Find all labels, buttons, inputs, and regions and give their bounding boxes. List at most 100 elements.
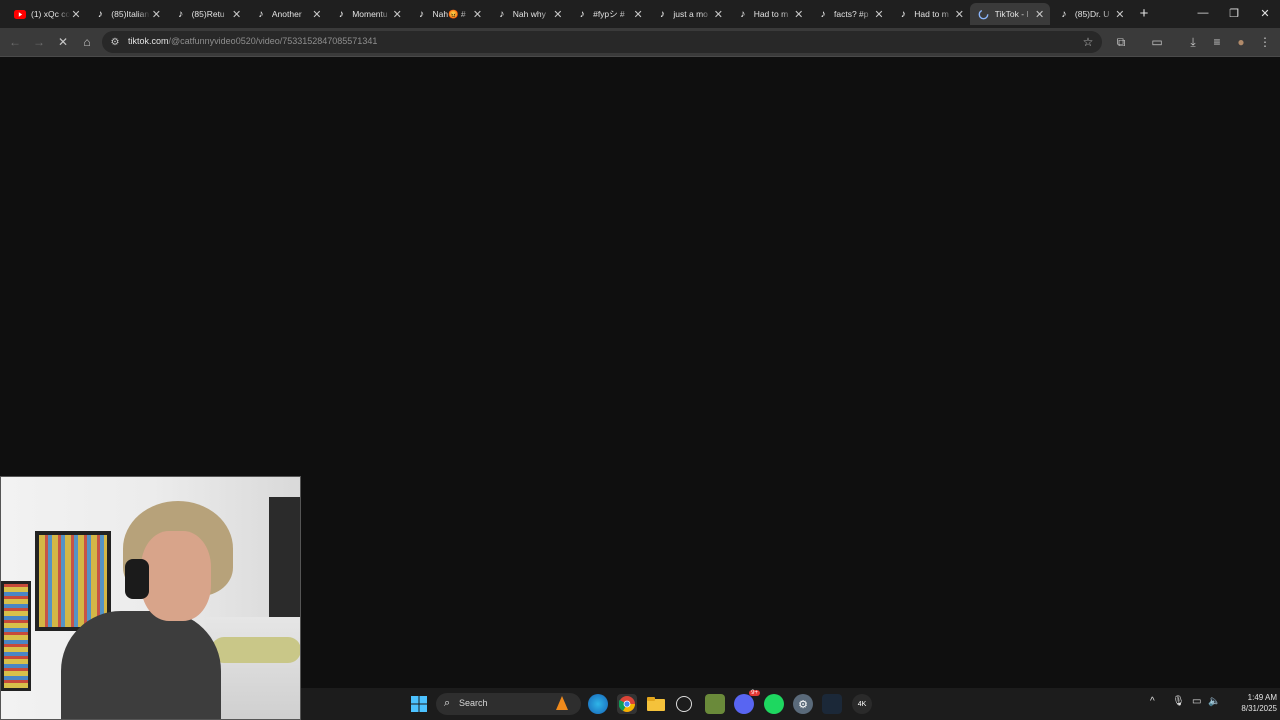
poster-left-art bbox=[4, 584, 28, 688]
tab-close-icon[interactable]: ✕ bbox=[150, 8, 162, 21]
tray-overflow-icon[interactable]: ^ bbox=[1150, 696, 1155, 707]
home-button[interactable]: ⌂ bbox=[78, 33, 96, 51]
tab-close-icon[interactable]: ✕ bbox=[472, 8, 484, 21]
browser-toolbar: ← → ✕ ⌂ ⚙ tiktok.com/@catfunnyvideo0520/… bbox=[0, 28, 1280, 56]
tab-title: Had to m bbox=[753, 9, 789, 19]
tab-close-icon[interactable]: ✕ bbox=[391, 8, 403, 21]
edge-icon[interactable] bbox=[588, 694, 608, 714]
tab-title: Nah why bbox=[512, 9, 546, 19]
tab-close-icon[interactable]: ✕ bbox=[231, 8, 243, 21]
tab-title: Another bbox=[271, 9, 302, 19]
tab-close-icon[interactable]: ✕ bbox=[712, 8, 724, 21]
bookmark-star-icon[interactable]: ☆ bbox=[1079, 33, 1097, 51]
microphone-icon[interactable]: 🎙 bbox=[1172, 696, 1185, 707]
youtube-icon bbox=[14, 8, 26, 20]
tiktok-icon: ♪ bbox=[258, 8, 264, 20]
tiktok-icon: ♪ bbox=[579, 8, 585, 20]
steam-icon[interactable] bbox=[822, 694, 842, 714]
tiktok-icon: ♪ bbox=[1061, 8, 1067, 20]
browser-tab[interactable]: ♪ Nah😡 # ✕ bbox=[408, 3, 488, 25]
new-tab-button[interactable]: + bbox=[1136, 5, 1152, 22]
tab-title: (85)Italian bbox=[111, 9, 150, 19]
network-icon[interactable]: ▭ bbox=[1192, 696, 1201, 707]
back-button[interactable]: ← bbox=[6, 33, 24, 51]
tiktok-icon: ♪ bbox=[740, 8, 746, 20]
address-bar[interactable]: ⚙ tiktok.com/@catfunnyvideo0520/video/75… bbox=[102, 31, 1102, 53]
minimize-button[interactable]: — bbox=[1194, 5, 1212, 21]
tab-close-icon[interactable]: ✕ bbox=[1034, 8, 1046, 21]
windows-taskbar: ⌕ Search 9+ ⚙ 4K ^ 🎙 ▭ 🔈 1:49 AM 8/31/20… bbox=[301, 688, 1280, 720]
minecraft-icon[interactable] bbox=[705, 694, 725, 714]
tab-close-icon[interactable]: ✕ bbox=[552, 8, 564, 21]
url-text[interactable]: tiktok.com/@catfunnyvideo0520/video/7533… bbox=[128, 36, 377, 46]
taskbar-clock[interactable]: 1:49 AM 8/31/2025 bbox=[1221, 692, 1277, 714]
browser-tab[interactable]: ♪ Another ✕ bbox=[247, 3, 327, 25]
tab-close-icon[interactable]: ✕ bbox=[873, 8, 885, 21]
person-hoodie bbox=[61, 611, 221, 719]
browser-tab[interactable]: TikTok - I ✕ bbox=[969, 3, 1050, 25]
browser-tab[interactable]: ♪ (85)Dr. U ✕ bbox=[1050, 3, 1130, 25]
site-info-icon[interactable]: ⚙ bbox=[106, 33, 124, 51]
tiktok-icon: ♪ bbox=[499, 8, 505, 20]
taskbar-search[interactable]: ⌕ Search bbox=[436, 693, 581, 715]
browser-tab[interactable]: ♪ Had to m ✕ bbox=[889, 3, 969, 25]
tiktok-icon: ♪ bbox=[419, 8, 424, 20]
webcam-overlay bbox=[0, 476, 301, 720]
close-window-button[interactable]: ✕ bbox=[1256, 5, 1274, 21]
tab-title: (85)Retu bbox=[191, 9, 225, 19]
tiktok-icon: ♪ bbox=[338, 8, 344, 20]
vlc-icon[interactable] bbox=[556, 696, 568, 710]
chrome-icon[interactable] bbox=[617, 694, 637, 714]
clock-time: 1:49 AM bbox=[1247, 693, 1277, 702]
url-path: /@catfunnyvideo0520/video/75331528470855… bbox=[168, 36, 378, 46]
search-label: Search bbox=[459, 698, 488, 708]
browser-tab[interactable]: ♪ Had to m ✕ bbox=[729, 3, 809, 25]
clock-date: 8/31/2025 bbox=[1241, 704, 1277, 713]
volume-icon[interactable]: 🔈 bbox=[1208, 696, 1220, 707]
spotify-icon[interactable] bbox=[764, 694, 784, 714]
4k-video-downloader-icon[interactable]: 4K bbox=[852, 694, 872, 714]
browser-tab[interactable]: ♪ #fypシ # ✕ bbox=[568, 3, 648, 25]
stop-loading-button[interactable]: ✕ bbox=[54, 33, 72, 51]
tab-title: just a mo bbox=[673, 9, 708, 19]
browser-tab[interactable]: ♪ (85)Retu ✕ bbox=[167, 3, 247, 25]
restore-button[interactable]: ❐ bbox=[1225, 5, 1243, 21]
extensions-icon[interactable]: ⧉ bbox=[1112, 33, 1130, 51]
tab-close-icon[interactable]: ✕ bbox=[793, 8, 805, 21]
url-host: tiktok.com bbox=[128, 36, 169, 46]
search-icon: ⌕ bbox=[444, 697, 451, 709]
cast-icon[interactable]: ▭ bbox=[1148, 33, 1166, 51]
tab-close-icon[interactable]: ✕ bbox=[1114, 8, 1126, 21]
person-face bbox=[141, 531, 211, 621]
downloads-icon[interactable]: ⤓ bbox=[1184, 33, 1202, 51]
profile-avatar[interactable]: ● bbox=[1232, 33, 1250, 51]
browser-tab[interactable]: ♪ just a mo ✕ bbox=[648, 3, 728, 25]
tab-close-icon[interactable]: ✕ bbox=[70, 8, 82, 21]
media-controls-icon[interactable]: ≡ bbox=[1208, 33, 1226, 51]
discord-icon[interactable]: 9+ bbox=[734, 690, 760, 714]
tab-title: Momentu bbox=[352, 9, 388, 19]
browser-tab[interactable]: ♪ facts? #p ✕ bbox=[809, 3, 889, 25]
chrome-menu-icon[interactable]: ⋮ bbox=[1256, 33, 1274, 51]
headphones-icon bbox=[125, 559, 149, 599]
loading-icon bbox=[978, 8, 990, 20]
webcam-poster-left bbox=[1, 581, 31, 691]
tiktok-icon: ♪ bbox=[820, 8, 826, 20]
browser-tab[interactable]: ♪ (85)Italian ✕ bbox=[86, 3, 166, 25]
windows-start-icon[interactable] bbox=[409, 694, 429, 714]
tab-title: facts? #p bbox=[834, 9, 869, 19]
file-explorer-icon[interactable] bbox=[646, 694, 666, 714]
tab-close-icon[interactable]: ✕ bbox=[632, 8, 644, 21]
tab-close-icon[interactable]: ✕ bbox=[953, 8, 965, 21]
browser-tab[interactable]: ♪ Momentu ✕ bbox=[327, 3, 407, 25]
tab-title: (1) xQc co bbox=[31, 9, 70, 19]
tab-title: Had to m bbox=[914, 9, 949, 19]
settings-icon[interactable]: ⚙ bbox=[793, 694, 813, 714]
forward-button[interactable]: → bbox=[30, 33, 48, 51]
tab-title: Nah😡 # bbox=[432, 8, 466, 19]
tab-close-icon[interactable]: ✕ bbox=[311, 8, 323, 21]
browser-tab[interactable]: ♪ Nah why ✕ bbox=[488, 3, 568, 25]
tiktok-icon: ♪ bbox=[178, 8, 184, 20]
app-icon[interactable] bbox=[676, 696, 692, 712]
browser-tab[interactable]: (1) xQc co ✕ bbox=[6, 3, 86, 25]
